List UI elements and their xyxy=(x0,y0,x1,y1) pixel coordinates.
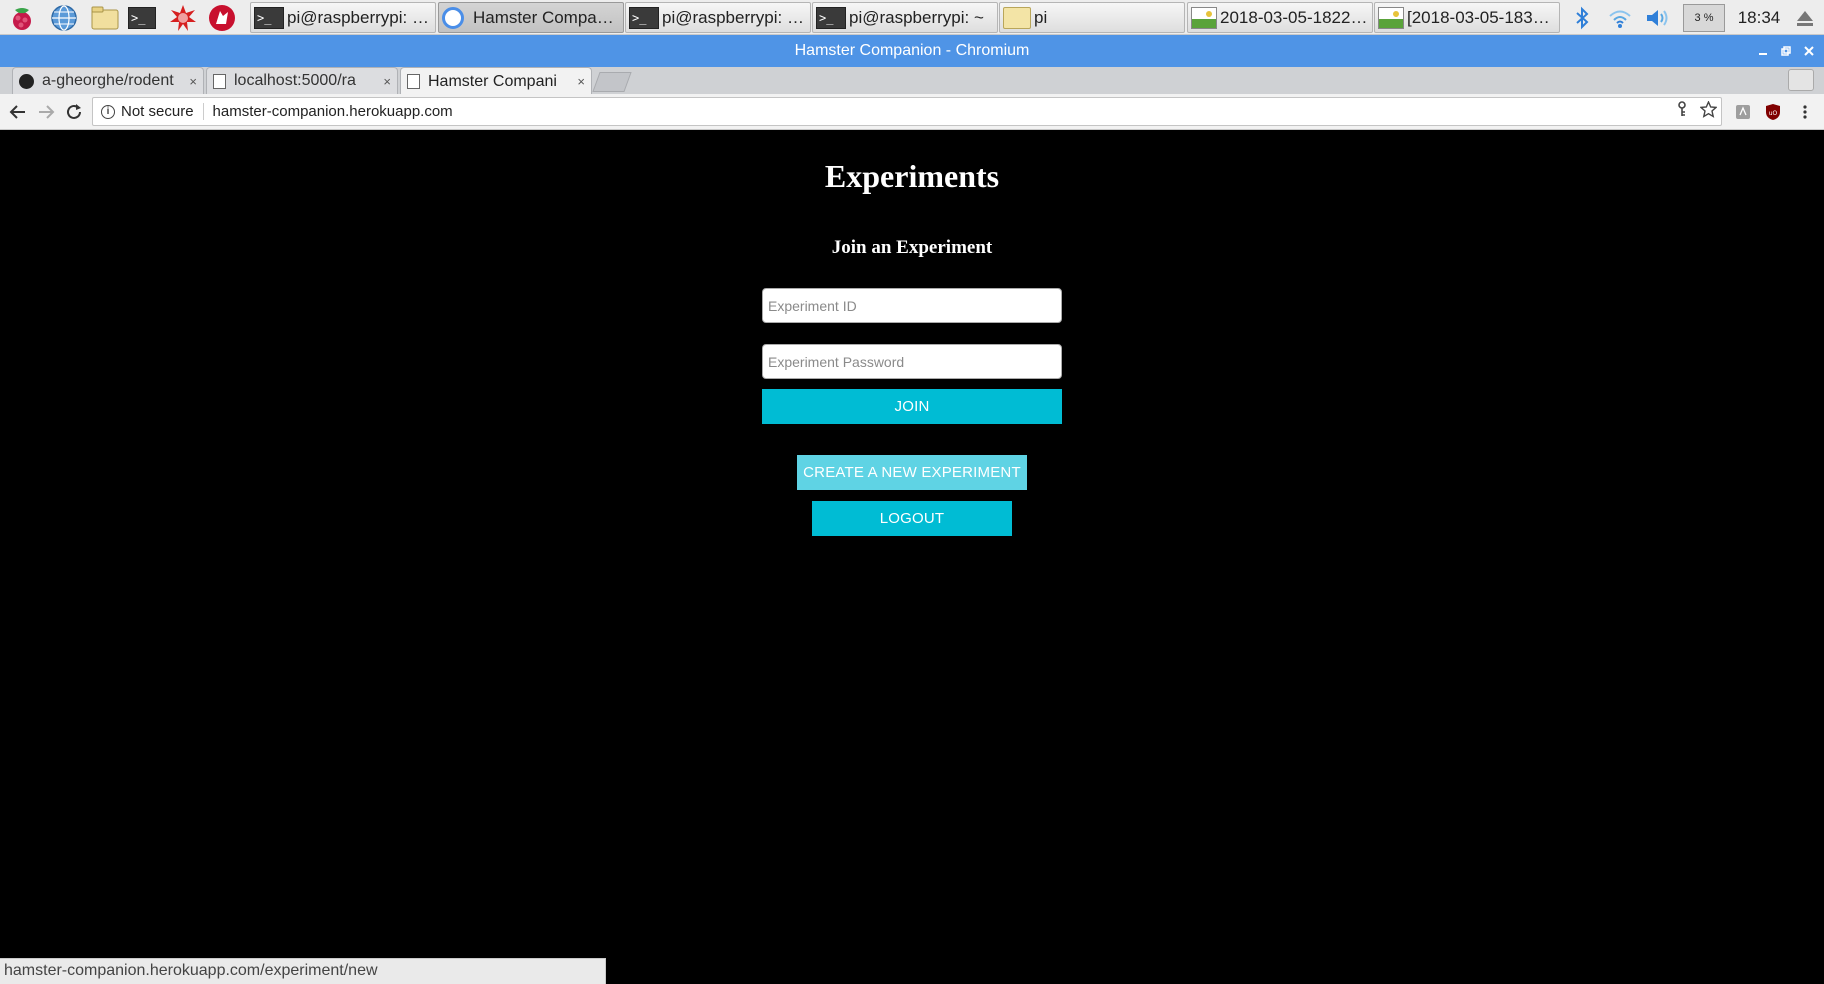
file-manager-icon[interactable] xyxy=(91,4,119,32)
terminal-icon: >_ xyxy=(629,6,659,29)
github-icon xyxy=(19,73,34,89)
taskbar-task-folder[interactable]: pi xyxy=(999,2,1185,33)
join-experiment-heading: Join an Experiment xyxy=(831,237,993,258)
image-icon xyxy=(1378,6,1404,29)
task-label: pi@raspberrypi: ~ xyxy=(849,7,984,27)
raspberry-menu-icon[interactable] xyxy=(8,4,36,32)
extension-icon[interactable] xyxy=(1734,103,1752,121)
cpu-usage: 3 % xyxy=(1683,3,1725,32)
browser-toolbar: i Not secure hamster-companion.herokuapp… xyxy=(0,94,1824,130)
new-tab-button[interactable] xyxy=(592,72,632,92)
taskbar-task-image-1[interactable]: 2018-03-05-18223... xyxy=(1187,2,1373,33)
tab-label: localhost:5000/ra xyxy=(234,72,356,89)
tab-strip: a-gheorghe/rodent × localhost:5000/ra × … xyxy=(0,67,1824,95)
link-status-bubble: hamster-companion.herokuapp.com/experime… xyxy=(0,958,606,984)
eject-icon[interactable] xyxy=(1790,0,1820,35)
terminal-launcher-icon[interactable]: >_ xyxy=(128,4,156,32)
logout-button[interactable]: LOGOUT xyxy=(812,501,1012,536)
tab-github[interactable]: a-gheorghe/rodent × xyxy=(12,67,204,94)
taskbar-task-terminal-3[interactable]: >_ pi@raspberrypi: ~ xyxy=(812,2,998,33)
page-content: Experiments Join an Experiment JOIN CREA… xyxy=(0,130,1824,984)
page-title: Experiments xyxy=(824,158,1000,194)
tab-localhost[interactable]: localhost:5000/ra × xyxy=(206,67,398,94)
address-bar[interactable]: i Not secure hamster-companion.herokuapp… xyxy=(92,97,1722,126)
terminal-icon: >_ xyxy=(254,6,284,29)
tab-close-icon[interactable]: × xyxy=(189,74,197,89)
terminal-icon: >_ xyxy=(816,6,846,29)
taskbar-task-image-2[interactable]: [2018-03-05-18312... xyxy=(1374,2,1560,33)
window-title: Hamster Companion - Chromium xyxy=(794,42,1030,59)
experiment-password-field[interactable] xyxy=(762,344,1062,379)
page-icon xyxy=(213,73,226,89)
info-icon[interactable]: i xyxy=(101,104,115,119)
taskbar-task-terminal-2[interactable]: >_ pi@raspberrypi: ~/r... xyxy=(625,2,811,33)
task-label: pi@raspberrypi: ~/r... xyxy=(287,7,435,27)
cpu-monitor: 3 % xyxy=(1682,0,1726,35)
taskbar-task-terminal-1[interactable]: >_ pi@raspberrypi: ~/r... xyxy=(250,2,436,33)
math-kernel-icon[interactable] xyxy=(169,4,197,32)
window-title-bar[interactable]: Hamster Companion - Chromium xyxy=(0,35,1824,67)
taskbar: >_ >_ pi@raspberrypi: ~/r... Hamster Com… xyxy=(0,0,1824,35)
wifi-icon[interactable] xyxy=(1605,0,1635,35)
web-browser-icon[interactable] xyxy=(50,4,78,32)
tab-label: a-gheorghe/rodent xyxy=(42,72,174,89)
page-icon xyxy=(407,74,420,89)
tab-close-icon[interactable]: × xyxy=(577,74,585,89)
experiment-id-field[interactable] xyxy=(762,288,1062,323)
forward-icon[interactable] xyxy=(32,98,60,126)
join-button[interactable]: JOIN xyxy=(762,389,1062,424)
bookmark-star-icon[interactable] xyxy=(1695,99,1721,123)
close-icon[interactable] xyxy=(1796,35,1822,67)
folder-icon xyxy=(1003,6,1031,29)
clock[interactable]: 18:34 xyxy=(1732,0,1786,35)
image-icon xyxy=(1191,6,1217,29)
wolfram-icon[interactable] xyxy=(208,4,236,32)
menu-icon[interactable] xyxy=(1796,103,1814,121)
tab-close-icon[interactable]: × xyxy=(383,74,391,89)
volume-icon[interactable] xyxy=(1643,0,1673,35)
omnibox-divider xyxy=(202,103,204,120)
task-label: [2018-03-05-18312... xyxy=(1407,7,1559,27)
url-text[interactable]: hamster-companion.herokuapp.com xyxy=(213,103,1669,120)
task-label: Hamster Companio... xyxy=(473,7,623,27)
ublock-icon[interactable]: uO xyxy=(1764,103,1782,121)
chromium-icon xyxy=(442,6,464,29)
bluetooth-icon[interactable] xyxy=(1570,0,1594,35)
svg-text:uO: uO xyxy=(1769,110,1778,117)
task-label: pi@raspberrypi: ~/r... xyxy=(662,7,810,27)
profile-icon[interactable] xyxy=(1788,69,1814,91)
tab-label: Hamster Compani xyxy=(428,72,557,90)
tab-hamster-companion[interactable]: Hamster Compani × xyxy=(400,67,592,95)
key-icon[interactable] xyxy=(1669,101,1695,122)
taskbar-task-chromium[interactable]: Hamster Companio... xyxy=(438,2,624,33)
back-icon[interactable] xyxy=(4,98,32,126)
task-label: pi xyxy=(1034,7,1048,27)
reload-icon[interactable] xyxy=(60,98,88,126)
security-label[interactable]: Not secure xyxy=(121,103,194,120)
create-experiment-button[interactable]: CREATE A NEW EXPERIMENT xyxy=(797,455,1027,490)
task-label: 2018-03-05-18223... xyxy=(1220,7,1372,27)
